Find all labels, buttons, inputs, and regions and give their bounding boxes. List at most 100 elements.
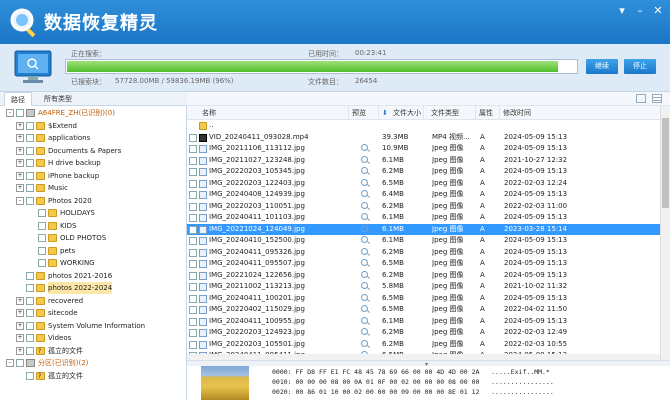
expand-icon[interactable]: + xyxy=(16,184,24,192)
table-row[interactable]: IMG_20220203_105501.jpg 6.2MB Jpeg 图像 A 2022… xyxy=(187,339,660,351)
row-checkbox[interactable] xyxy=(189,260,197,268)
tree-node[interactable]: +? 孤立的文件 xyxy=(0,345,186,357)
table-row[interactable]: IMG_20220203_122403.jpg 6.5MB Jpeg 图像 A 2022… xyxy=(187,178,660,190)
tree-node[interactable]: + System Volume Information xyxy=(0,320,186,332)
tree-checkbox[interactable] xyxy=(26,121,34,130)
preview-magnifier-icon[interactable] xyxy=(361,259,368,266)
minimize-button[interactable]: – xyxy=(632,4,648,18)
tree-node[interactable]: OLD PHOTOS xyxy=(0,232,186,244)
tree-checkbox[interactable] xyxy=(26,334,34,342)
tree-checkbox[interactable] xyxy=(26,346,34,355)
table-row[interactable]: IMG_20221024_124049.jpg 6.1MB Jpeg 图像 A 2023… xyxy=(187,223,660,235)
preview-magnifier-icon[interactable] xyxy=(361,201,368,209)
close-button[interactable]: ✕ xyxy=(650,4,666,18)
tree-checkbox[interactable] xyxy=(26,146,34,155)
tree-checkbox[interactable] xyxy=(26,134,34,142)
tree-node[interactable]: + Documents & Papers xyxy=(0,145,186,157)
table-row[interactable]: IMG_20240411_100955.jpg 6.1MB Jpeg 图像 A 2024… xyxy=(187,316,660,328)
tree-node[interactable]: - A64FRE_ZH(已识别)(0) xyxy=(0,107,186,119)
row-checkbox[interactable] xyxy=(189,294,197,303)
preview-magnifier-icon[interactable] xyxy=(361,339,368,347)
row-checkbox[interactable] xyxy=(189,317,197,326)
col-preview[interactable]: 预览 xyxy=(349,106,379,120)
table-row[interactable]: IMG_20220203_105345.jpg 6.2MB Jpeg 图像 A 2024… xyxy=(187,166,660,178)
expand-icon[interactable]: + xyxy=(16,321,24,330)
col-attr[interactable]: 属性 xyxy=(476,106,500,120)
expand-icon[interactable]: + xyxy=(16,309,24,317)
expand-icon[interactable]: + xyxy=(16,159,24,167)
table-row[interactable]: IMG_20240411_100201.jpg 6.5MB Jpeg 图像 A 2024… xyxy=(187,293,660,305)
preview-magnifier-icon[interactable] xyxy=(361,316,368,324)
list-view-icon[interactable] xyxy=(652,94,662,103)
col-mtime[interactable]: 修改时间 xyxy=(500,106,660,120)
col-size[interactable]: ⬇ 文件大小 xyxy=(379,106,424,120)
table-row[interactable]: IMG_20240410_152500.jpg 6.1MB Jpeg 图像 A 2024… xyxy=(187,235,660,247)
tab-path[interactable]: 路径 xyxy=(4,92,32,106)
preview-magnifier-icon[interactable] xyxy=(361,328,368,335)
preview-magnifier-icon[interactable] xyxy=(361,282,368,289)
preview-magnifier-icon[interactable] xyxy=(361,155,368,163)
tree-node[interactable]: KIDS xyxy=(0,220,186,232)
tree-node[interactable]: + $Extend xyxy=(0,120,186,132)
menu-icon[interactable]: ▾ xyxy=(614,4,630,18)
expand-icon[interactable]: + xyxy=(16,121,24,130)
tree-checkbox[interactable] xyxy=(26,309,34,317)
row-checkbox[interactable] xyxy=(189,329,197,337)
row-checkbox[interactable] xyxy=(189,237,197,245)
table-row[interactable]: IMG_20211002_113213.jpg 5.8MB Jpeg 图像 A 2021… xyxy=(187,281,660,293)
row-checkbox[interactable] xyxy=(189,283,197,291)
row-checkbox[interactable] xyxy=(189,214,197,222)
tree-node[interactable]: + sitecode xyxy=(0,307,186,319)
tree-checkbox[interactable] xyxy=(16,109,24,117)
stop-button[interactable]: 停止 xyxy=(624,59,656,74)
row-checkbox[interactable] xyxy=(189,156,197,165)
tree-checkbox[interactable] xyxy=(26,296,34,305)
tree-checkbox[interactable] xyxy=(38,234,46,242)
tree-checkbox[interactable] xyxy=(26,196,34,205)
tab-all-types[interactable]: 所有类型 xyxy=(38,92,78,106)
table-row[interactable]: IMG_20221024_122656.jpg 6.2MB Jpeg 图像 A 2024… xyxy=(187,270,660,282)
tree-node[interactable]: + recovered xyxy=(0,295,186,307)
row-checkbox[interactable] xyxy=(189,202,197,211)
table-row[interactable]: VID_20240411_093028.mp4 39.3MB MP4 视频... A 2… xyxy=(187,132,660,144)
tree-checkbox[interactable] xyxy=(26,284,34,292)
table-row[interactable]: IMG_20211106_113112.jpg 10.9MB Jpeg 图像 A 202… xyxy=(187,143,660,155)
row-checkbox[interactable] xyxy=(189,225,197,234)
tree-checkbox[interactable] xyxy=(38,209,46,217)
preview-magnifier-icon[interactable] xyxy=(361,213,368,220)
expand-icon[interactable]: + xyxy=(16,146,24,155)
collapse-icon[interactable]: - xyxy=(6,359,14,367)
tree-node[interactable]: + H drive backup xyxy=(0,157,186,169)
table-row[interactable]: IMG_20240411_095326.jpg 6.2MB Jpeg 图像 A 2024… xyxy=(187,247,660,259)
tree-checkbox[interactable] xyxy=(38,246,46,255)
tree-node[interactable]: HOLIDAYS xyxy=(0,207,186,219)
preview-magnifier-icon[interactable] xyxy=(361,270,368,278)
expand-icon[interactable]: + xyxy=(16,296,24,305)
row-checkbox[interactable] xyxy=(189,145,197,153)
table-row[interactable]: IMG_20240411_095507.jpg 6.5MB Jpeg 图像 A 2024… xyxy=(187,258,660,270)
preview-magnifier-icon[interactable] xyxy=(361,236,368,243)
row-checkbox[interactable] xyxy=(189,340,197,349)
col-type[interactable]: 文件类型 xyxy=(428,106,476,120)
vertical-scrollbar[interactable] xyxy=(660,106,670,360)
row-checkbox[interactable] xyxy=(189,179,197,188)
preview-magnifier-icon[interactable] xyxy=(361,224,368,232)
row-checkbox[interactable] xyxy=(189,168,197,176)
expand-icon[interactable]: + xyxy=(16,334,24,342)
tree-checkbox[interactable] xyxy=(16,359,24,367)
tree-checkbox[interactable] xyxy=(26,159,34,167)
tree-node[interactable]: WORKING xyxy=(0,257,186,269)
table-row[interactable]: IMG_20220203_124923.jpg 6.2MB Jpeg 图像 A 2022… xyxy=(187,327,660,339)
tree-checkbox[interactable] xyxy=(26,271,34,280)
expand-icon[interactable]: + xyxy=(16,171,24,180)
tree-node[interactable]: photos 2021-2016 xyxy=(0,270,186,282)
row-checkbox[interactable] xyxy=(189,306,197,314)
expand-icon[interactable]: + xyxy=(16,134,24,142)
col-name[interactable]: 名称 xyxy=(199,106,349,120)
table-row[interactable]: IMG_20220203_110051.jpg 6.2MB Jpeg 图像 A 2022… xyxy=(187,201,660,213)
tree-node[interactable]: + Videos xyxy=(0,332,186,344)
tree-node[interactable]: ? 孤立的文件 xyxy=(0,370,186,382)
expand-icon[interactable]: + xyxy=(16,346,24,355)
tree-checkbox[interactable] xyxy=(26,321,34,330)
table-row[interactable]: IMG_20240411_101103.jpg 6.1MB Jpeg 图像 A 2024… xyxy=(187,212,660,224)
